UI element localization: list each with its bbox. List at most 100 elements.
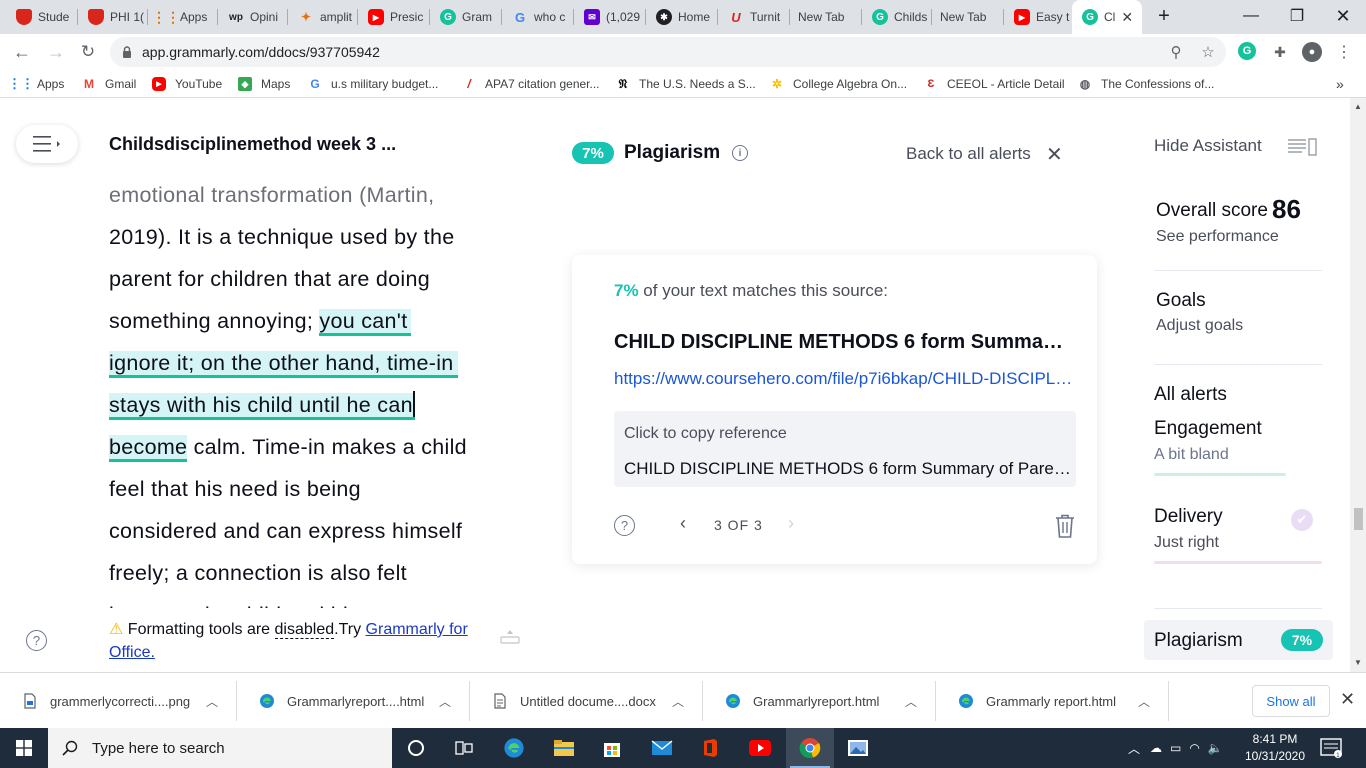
see-performance-link[interactable]: See performance — [1156, 228, 1279, 246]
tab-childs[interactable]: G Childs — [862, 0, 932, 34]
download-item[interactable]: Untitled docume....docx ︿ — [470, 673, 703, 729]
battery-icon[interactable]: ▭ — [1170, 741, 1181, 755]
close-tab-icon[interactable]: ✕ — [1121, 9, 1133, 26]
task-view-icon[interactable] — [440, 728, 488, 768]
bookmark-star-icon[interactable]: ☆ — [1198, 42, 1218, 62]
bookmark-youtube[interactable]: ▶ YouTube — [152, 76, 222, 92]
close-icon[interactable]: ✕ — [1046, 142, 1063, 167]
taskbar-clock[interactable]: 8:41 PM 10/31/2020 — [1244, 731, 1306, 765]
sidebar-item-plagiarism[interactable]: Plagiarism 7% — [1144, 620, 1333, 660]
reload-icon[interactable]: ↻ — [74, 38, 102, 66]
chevron-up-icon[interactable]: ︿ — [439, 693, 451, 710]
close-window-button[interactable]: ✕ — [1320, 0, 1366, 32]
tab-active-grammarly[interactable]: G Cl ✕ — [1072, 0, 1142, 34]
scroll-thumb[interactable] — [1354, 508, 1363, 530]
bookmark-apps[interactable]: ⋮⋮ Apps — [8, 76, 64, 92]
maximize-button[interactable]: ❐ — [1274, 0, 1320, 32]
extensions-puzzle-icon[interactable]: ✚ — [1270, 42, 1290, 62]
plagiarism-highlight[interactable]: stays with his child until he can — [109, 391, 415, 420]
chevron-up-icon[interactable]: ︿ — [1128, 740, 1140, 757]
grammarly-extension-icon[interactable]: G — [1238, 42, 1256, 60]
bookmark-military-budget[interactable]: G u.s military budget... — [308, 76, 438, 92]
info-icon[interactable]: i — [732, 145, 748, 161]
tab-opini[interactable]: wp Opini — [218, 0, 288, 34]
scroll-down-icon[interactable]: ▼ — [1354, 658, 1362, 667]
volume-icon[interactable]: 🔈 — [1208, 741, 1223, 755]
trash-icon[interactable] — [1054, 513, 1076, 539]
bookmark-confessions[interactable]: ◍ The Confessions of... — [1078, 76, 1215, 92]
bookmark-college-algebra[interactable]: ✲ College Algebra On... — [770, 76, 907, 92]
adjust-goals-link[interactable]: Adjust goals — [1156, 317, 1243, 335]
bookmark-gmail[interactable]: M Gmail — [82, 76, 136, 92]
taskbar-search-box[interactable]: Type here to search — [48, 728, 392, 768]
bookmark-maps[interactable]: ◆ Maps — [238, 76, 290, 92]
mail-icon[interactable] — [638, 728, 686, 768]
plagiarism-highlight[interactable]: become — [109, 435, 188, 462]
store-icon[interactable] — [588, 728, 636, 768]
tab-who[interactable]: G who c — [502, 0, 574, 34]
download-item[interactable]: Grammarly report.html ︿ — [936, 673, 1169, 729]
tab-apps[interactable]: ⋮⋮ Apps — [148, 0, 218, 34]
plagiarism-highlight[interactable]: you can't — [319, 309, 412, 336]
document-text[interactable]: emotional transformation (Martin, 2019).… — [109, 174, 509, 608]
panel-toggle-icon[interactable] — [1288, 138, 1318, 156]
chrome-icon[interactable] — [786, 728, 834, 768]
bookmarks-overflow-icon[interactable]: » — [1336, 76, 1344, 92]
chevron-right-icon[interactable]: › — [788, 513, 794, 534]
document-title[interactable]: Childsdisciplinemethod week 3 ... — [109, 134, 396, 155]
download-item[interactable]: grammerlycorrecti....png ︿ — [0, 673, 237, 729]
tab-new-tab-2[interactable]: New Tab — [932, 0, 1004, 34]
notifications-icon[interactable]: 1 — [1320, 738, 1342, 758]
edge-icon[interactable] — [490, 728, 538, 768]
new-tab-button[interactable]: + — [1142, 0, 1186, 32]
forward-arrow-icon[interactable]: → — [42, 38, 70, 66]
editor-menu-button[interactable] — [16, 125, 78, 163]
goals-label[interactable]: Goals — [1156, 290, 1206, 312]
tab-phi[interactable]: PHI 1( — [78, 0, 148, 34]
page-scrollbar[interactable]: ▲ ▼ — [1350, 98, 1366, 672]
chevron-up-icon[interactable]: ︿ — [206, 693, 218, 710]
zoom-icon[interactable]: ⚲ — [1166, 42, 1186, 62]
copy-reference-box[interactable]: Click to copy reference CHILD DISCIPLINE… — [614, 411, 1076, 487]
help-icon[interactable]: ? — [614, 515, 635, 536]
delivery-label[interactable]: Delivery — [1154, 506, 1223, 528]
tab-amplit[interactable]: ✦ amplit — [288, 0, 358, 34]
tab-stude[interactable]: Stude — [6, 0, 78, 34]
download-item[interactable]: Grammarlyreport....html ︿ — [237, 673, 470, 729]
address-bar[interactable]: app.grammarly.com/ddocs/937705942 — [110, 37, 1226, 67]
tab-presic[interactable]: ▶ Presic — [358, 0, 430, 34]
bookmark-apa7[interactable]: / APA7 citation gener... — [462, 76, 599, 92]
minimize-button[interactable]: — — [1228, 0, 1274, 32]
tab-easy[interactable]: ▶ Easy t — [1004, 0, 1072, 34]
chevron-up-icon[interactable]: ︿ — [905, 693, 917, 710]
chevron-up-icon[interactable]: ︿ — [672, 693, 684, 710]
file-explorer-icon[interactable] — [540, 728, 588, 768]
tab-home[interactable]: ✱ Home — [646, 0, 718, 34]
source-url-link[interactable]: https://www.coursehero.com/file/p7i6bkap… — [614, 369, 1074, 389]
chevron-up-icon[interactable]: ︿ — [1138, 693, 1150, 710]
tab-new-tab[interactable]: New Tab — [790, 0, 862, 34]
engagement-label[interactable]: Engagement — [1154, 418, 1262, 440]
close-icon[interactable]: ✕ — [1340, 689, 1355, 710]
plagiarism-highlight[interactable]: ignore it; on the other hand, time-in — [109, 351, 458, 378]
download-item[interactable]: Grammarlyreport.html ︿ — [703, 673, 936, 729]
scroll-up-icon[interactable]: ▲ — [1354, 102, 1362, 111]
chevron-left-icon[interactable]: ‹ — [680, 513, 686, 534]
windows-start-button[interactable] — [0, 728, 48, 768]
show-all-button[interactable]: Show all — [1252, 685, 1330, 717]
onedrive-icon[interactable]: ☁ — [1150, 741, 1162, 755]
tab-mail[interactable]: ✉ (1,029 — [574, 0, 646, 34]
tab-turnit[interactable]: U Turnit — [718, 0, 790, 34]
tab-gram[interactable]: G Gram — [430, 0, 502, 34]
bookmark-nyt[interactable]: 𝔑 The U.S. Needs a S... — [616, 76, 756, 92]
back-arrow-icon[interactable]: ← — [8, 38, 36, 66]
menu-kebab-icon[interactable]: ⋮ — [1334, 42, 1354, 62]
wifi-icon[interactable]: ◠ — [1189, 741, 1199, 755]
all-alerts-link[interactable]: All alerts — [1154, 384, 1227, 406]
keyboard-icon[interactable] — [500, 628, 520, 648]
hide-assistant-button[interactable]: Hide Assistant — [1154, 136, 1262, 156]
office-icon[interactable] — [686, 728, 734, 768]
photos-icon[interactable] — [834, 728, 882, 768]
help-icon[interactable]: ? — [26, 630, 47, 651]
cortana-icon[interactable] — [392, 728, 440, 768]
